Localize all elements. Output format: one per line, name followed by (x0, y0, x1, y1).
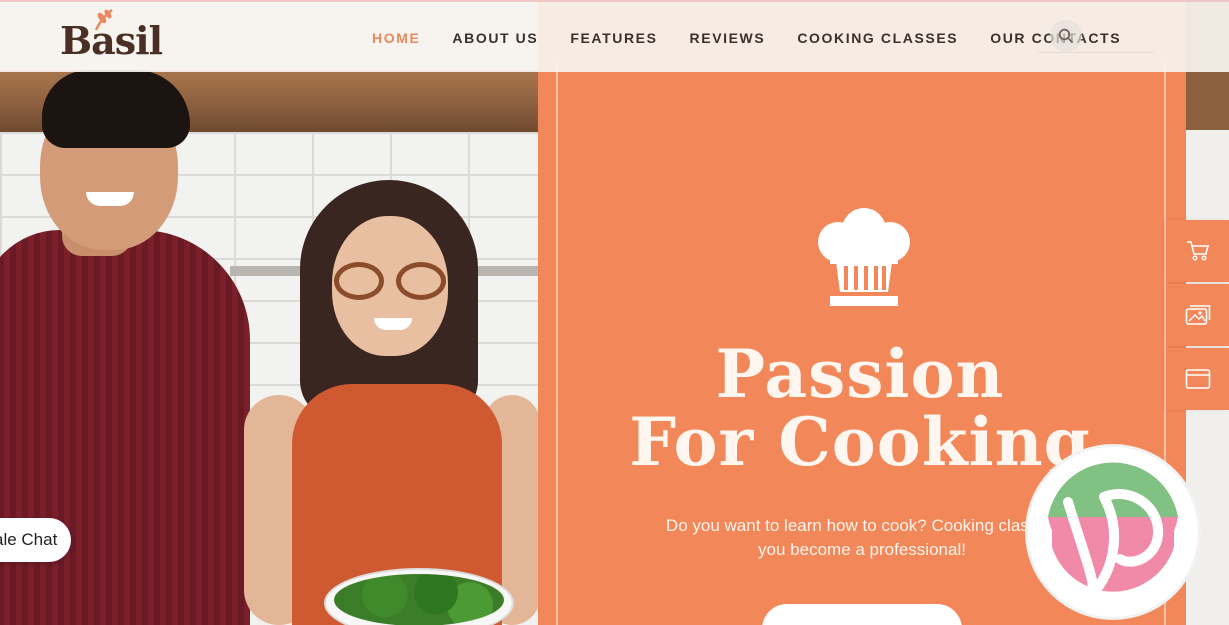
side-tool-gallery[interactable] (1166, 284, 1229, 346)
hero-cta-button[interactable] (762, 604, 962, 625)
nav-item-about-us[interactable]: ABOUT US (436, 30, 554, 46)
search-button[interactable] (1050, 20, 1082, 52)
man-shirt (0, 230, 250, 625)
woman-smile (374, 318, 412, 330)
hero-photo (0, 0, 540, 625)
man-smile (86, 192, 134, 206)
browser-window-icon (1185, 369, 1210, 389)
chat-label: ale Chat (0, 530, 58, 549)
man-hair (42, 70, 190, 148)
header-divider (1038, 52, 1154, 53)
main-nav: HOME ABOUT US FEATURES REVIEWS COOKING C… (356, 30, 1137, 46)
chat-widget[interactable]: ale Chat (0, 518, 72, 562)
cart-icon (1186, 241, 1209, 261)
chef-hat-icon (818, 208, 910, 306)
side-tool-window[interactable] (1166, 348, 1229, 410)
nav-item-cooking-classes[interactable]: COOKING CLASSES (781, 30, 974, 46)
side-toolbar (1166, 220, 1229, 412)
watermark-logo (1028, 447, 1198, 617)
search-icon (1058, 28, 1074, 44)
site-header: Basil HOME ABOUT US FEATURES REVIEWS COO… (0, 0, 1229, 72)
side-tool-cart[interactable] (1166, 220, 1229, 282)
nav-item-features[interactable]: FEATURES (554, 30, 673, 46)
nav-item-reviews[interactable]: REVIEWS (674, 30, 782, 46)
gallery-icon (1185, 305, 1210, 325)
watermark-logo-icon (1035, 454, 1191, 610)
woman-glasses (334, 262, 446, 302)
hero-title-line1: Passion (715, 335, 1005, 413)
site-logo[interactable]: Basil (60, 9, 170, 66)
nav-item-home[interactable]: HOME (356, 30, 436, 46)
salad-greens (334, 574, 504, 625)
logo-text: Basil (60, 18, 163, 63)
